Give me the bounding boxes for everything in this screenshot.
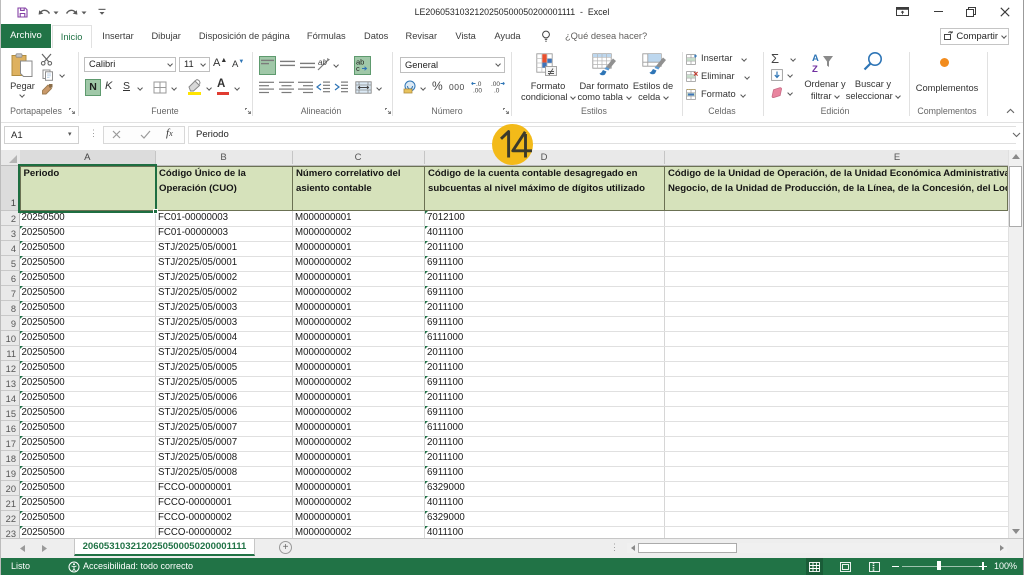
svg-text:Z: Z	[812, 64, 818, 74]
svg-text:.00: .00	[473, 88, 482, 94]
svg-text:c: c	[356, 64, 360, 72]
svg-text:ab: ab	[318, 58, 327, 67]
svg-text:A: A	[812, 53, 819, 64]
svg-text:.0: .0	[494, 88, 500, 94]
